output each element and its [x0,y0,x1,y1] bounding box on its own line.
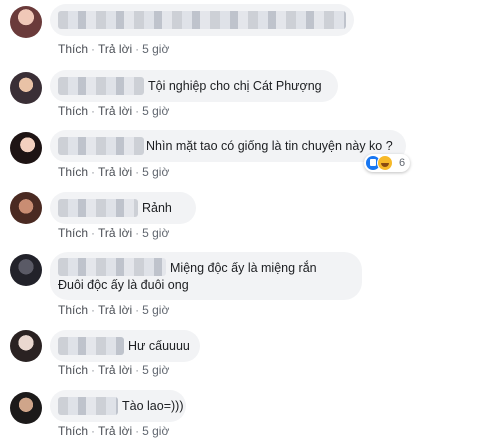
timestamp[interactable]: 5 giờ [142,363,169,377]
separator: · [91,303,96,317]
reply-link[interactable]: Trả lời [98,165,132,179]
separator: · [91,226,96,240]
timestamp[interactable]: 5 giờ [142,226,169,240]
separator: · [135,165,140,179]
comment-actions: Thích · Trả lời · 5 giờ [58,226,169,240]
separator: · [135,42,140,56]
reply-link[interactable]: Trả lời [98,303,132,317]
reply-link[interactable]: Trả lời [98,226,132,240]
comment-bubble [50,4,354,36]
avatar[interactable] [10,330,42,362]
comment-text: Tội nghiệp cho chị Cát Phượng [148,79,322,93]
comment-actions: Thích · Trả lời · 5 giờ [58,424,169,438]
avatar[interactable] [10,392,42,424]
avatar[interactable] [10,6,42,38]
timestamp[interactable]: 5 giờ [142,104,169,118]
separator: · [135,303,140,317]
blurred-username [58,199,138,217]
reply-link[interactable]: Trả lời [98,424,132,438]
reply-link[interactable]: Trả lời [98,104,132,118]
timestamp[interactable]: 5 giờ [142,165,169,179]
separator: · [91,104,96,118]
separator: · [91,42,96,56]
timestamp[interactable]: 5 giờ [142,42,169,56]
like-link[interactable]: Thích [58,424,88,438]
timestamp[interactable]: 5 giờ [142,303,169,317]
separator: · [135,104,140,118]
like-link[interactable]: Thích [58,226,88,240]
like-link[interactable]: Thích [58,363,88,377]
avatar[interactable] [10,72,42,104]
like-link[interactable]: Thích [58,42,88,56]
comment-actions: Thích · Trả lời · 5 giờ [58,303,169,317]
blurred-comment-text [58,11,346,29]
reaction-summary[interactable]: 6 [364,154,411,172]
comment-actions: Thích · Trả lời · 5 giờ [58,165,169,179]
haha-icon [377,155,393,171]
comment-text: Tào lao=))) [122,399,184,413]
avatar[interactable] [10,192,42,224]
blurred-username [58,397,118,415]
separator: · [91,165,96,179]
avatar[interactable] [10,132,42,164]
blurred-username [58,258,166,276]
comment-actions: Thích · Trả lời · 5 giờ [58,104,169,118]
comment-actions: Thích · Trả lời · 5 giờ [58,363,169,377]
timestamp[interactable]: 5 giờ [142,424,169,438]
comment-bubble: Miệng độc ấy là miệng rắn Đuôi độc ấy là… [50,252,362,300]
blurred-username [58,77,144,95]
like-link[interactable]: Thích [58,303,88,317]
avatar[interactable] [10,254,42,286]
comment-text-line-2: Đuôi độc ấy là đuôi ong [58,278,189,292]
comment-actions: Thích · Trả lời · 5 giờ [58,42,169,56]
comment-bubble: Tào lao=))) [50,390,186,422]
comment-bubble: Nhìn mặt tao có giống là tin chuyện này … [50,130,406,162]
comment-bubble: Hư cấuuuu [50,330,200,362]
separator: · [91,424,96,438]
blurred-username [58,337,124,355]
comment-bubble: Tội nghiệp cho chị Cát Phượng [50,70,338,102]
separator: · [135,226,140,240]
separator: · [135,424,140,438]
reply-link[interactable]: Trả lời [98,42,132,56]
comment-text: Rảnh [142,201,172,215]
blurred-username [58,137,144,155]
comment-text: Hư cấuuuu [128,339,190,353]
like-link[interactable]: Thích [58,165,88,179]
separator: · [135,363,140,377]
separator: · [91,363,96,377]
reply-link[interactable]: Trả lời [98,363,132,377]
comment-bubble: Rảnh [50,192,196,224]
comment-text-line-1: Miệng độc ấy là miệng rắn [170,261,317,275]
like-link[interactable]: Thích [58,104,88,118]
reaction-count: 6 [399,157,406,169]
comment-text: Nhìn mặt tao có giống là tin chuyện này … [146,139,393,153]
